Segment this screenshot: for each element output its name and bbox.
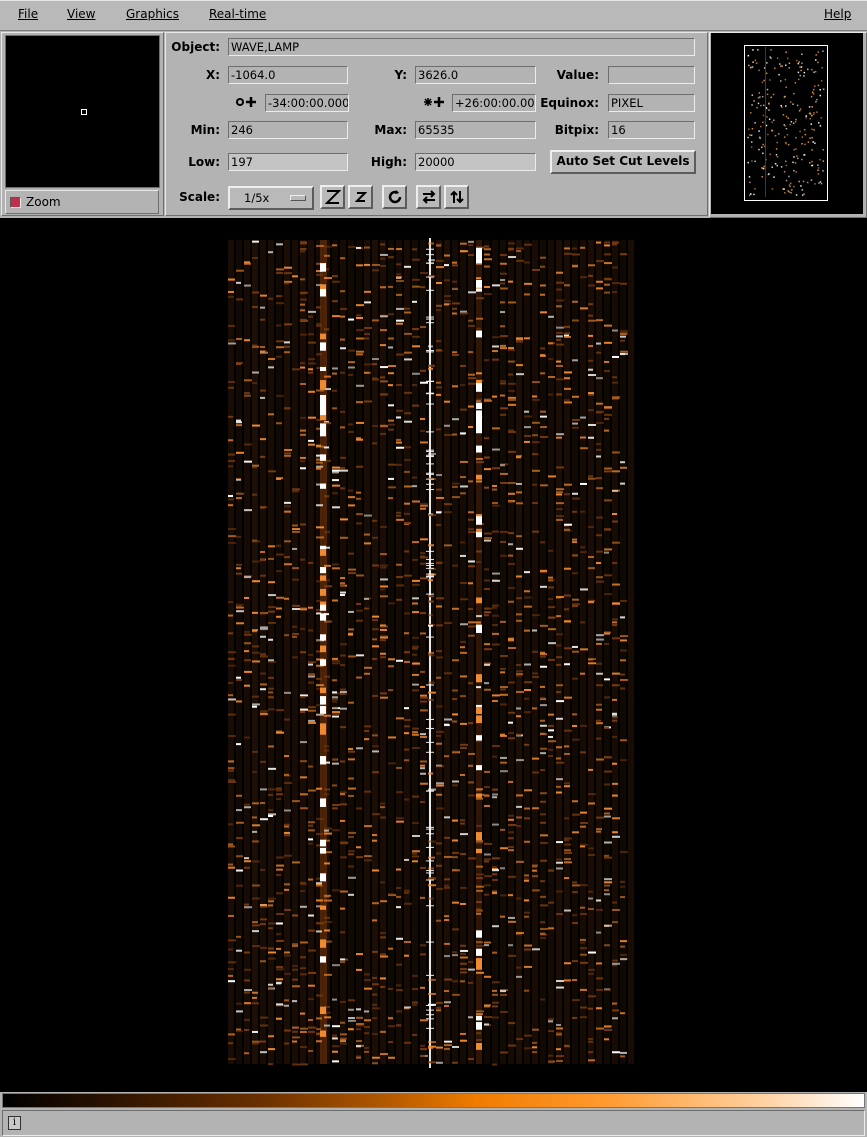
menu-file-label: File bbox=[18, 7, 39, 21]
auto-set-cut-levels-button[interactable]: Auto Set Cut Levels bbox=[550, 150, 696, 174]
max-field: 65535 bbox=[415, 121, 536, 139]
menu-graphics-label: Graphics bbox=[126, 7, 179, 21]
pan-window[interactable] bbox=[711, 33, 863, 214]
ra-compass-icon bbox=[230, 95, 258, 112]
equinox-label: Equinox: bbox=[540, 96, 599, 110]
ra-field: -34:00:00.000 bbox=[265, 94, 349, 112]
colorbar[interactable] bbox=[2, 1093, 865, 1108]
menu-file[interactable]: File bbox=[18, 7, 38, 21]
dec-field: +26:00:00.00 bbox=[452, 94, 536, 112]
min-label: Min: bbox=[190, 123, 220, 137]
menu-help[interactable]: Help bbox=[824, 7, 851, 21]
main-image-canvas[interactable] bbox=[0, 218, 867, 1092]
zoom-checkbox[interactable] bbox=[10, 197, 21, 208]
dropdown-indicator-icon bbox=[290, 195, 306, 201]
y-field: 3626.0 bbox=[415, 66, 536, 84]
object-field: WAVE,LAMP bbox=[228, 38, 695, 56]
status-bar: i bbox=[2, 1110, 865, 1136]
menu-realtime-label: Real-time bbox=[209, 7, 267, 21]
spectrum-image bbox=[228, 238, 634, 1068]
flip-y-icon[interactable] bbox=[444, 185, 469, 209]
flip-x-icon[interactable] bbox=[416, 185, 441, 209]
dec-compass-icon bbox=[418, 95, 446, 112]
scale-label: Scale: bbox=[179, 190, 220, 204]
y-label: Y: bbox=[394, 68, 407, 82]
max-label: Max: bbox=[374, 123, 407, 137]
low-label: Low: bbox=[188, 155, 220, 169]
zoom-center-marker bbox=[81, 109, 87, 115]
menu-help-label: Help bbox=[824, 7, 852, 21]
high-input[interactable]: 20000 bbox=[415, 153, 536, 171]
rotate-icon[interactable] bbox=[382, 185, 407, 209]
x-label: X: bbox=[205, 68, 220, 82]
menu-graphics[interactable]: Graphics bbox=[126, 7, 179, 21]
info-icon[interactable]: i bbox=[8, 1116, 21, 1130]
menu-realtime[interactable]: Real-time bbox=[209, 7, 266, 21]
equinox-field: PIXEL bbox=[608, 94, 695, 112]
object-label: Object: bbox=[171, 40, 220, 54]
menu-view-label: View bbox=[67, 7, 96, 21]
low-input[interactable]: 197 bbox=[228, 153, 348, 171]
zoom-in-icon[interactable] bbox=[348, 185, 373, 209]
pan-frame[interactable] bbox=[744, 45, 828, 201]
scale-value: 1/5x bbox=[244, 191, 270, 205]
zoom-out-icon[interactable] bbox=[320, 185, 345, 209]
zoom-window[interactable] bbox=[5, 35, 160, 188]
bitpix-label: Bitpix: bbox=[554, 123, 599, 137]
value-label: Value: bbox=[556, 68, 599, 82]
x-field: -1064.0 bbox=[228, 66, 348, 84]
scale-select[interactable]: 1/5x bbox=[228, 186, 314, 210]
value-field bbox=[608, 66, 695, 84]
zoom-label: Zoom bbox=[26, 195, 61, 209]
high-label: High: bbox=[370, 155, 407, 169]
bitpix-field: 16 bbox=[608, 121, 695, 139]
menu-view[interactable]: View bbox=[67, 7, 95, 21]
zoom-toggle[interactable]: Zoom bbox=[5, 190, 159, 214]
menubar: File View Graphics Real-time Help bbox=[0, 0, 867, 31]
min-field: 246 bbox=[228, 121, 348, 139]
